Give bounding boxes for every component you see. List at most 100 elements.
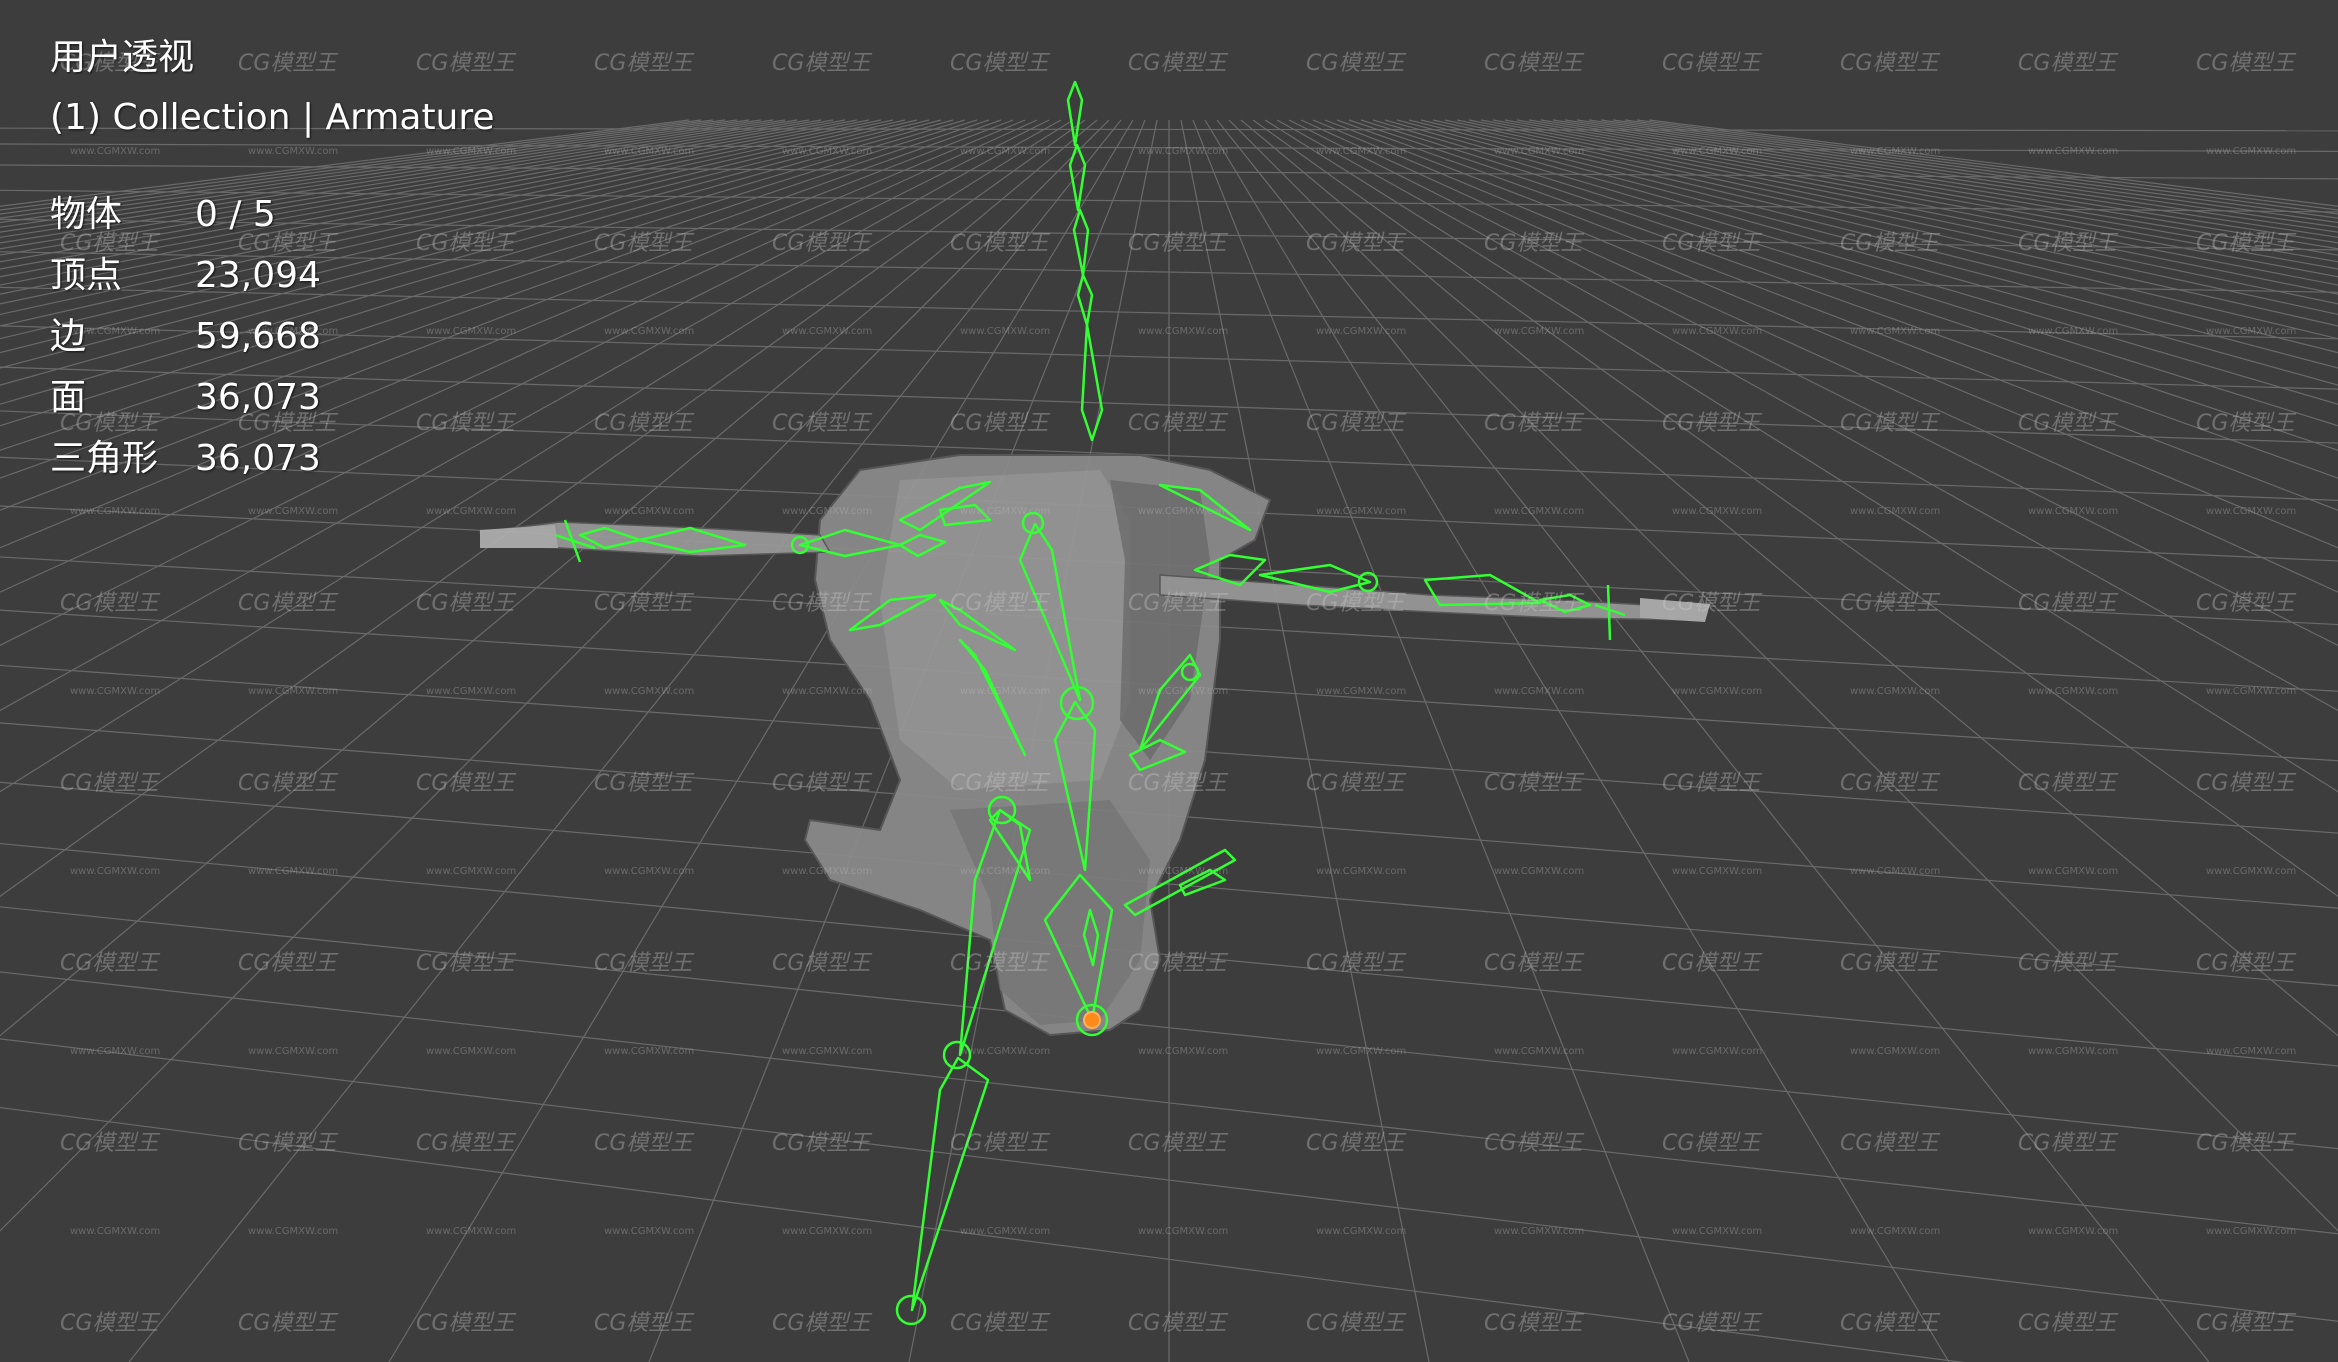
watermark-url: www.CGMXW.com [426, 1226, 516, 1237]
watermark-logo: CG模型王 [1484, 51, 1584, 76]
watermark-logo: CG模型王 [238, 51, 338, 76]
watermark-url: www.CGMXW.com [1316, 686, 1406, 697]
bone-l-calf[interactable] [910, 1056, 990, 1312]
watermark-logo: CG模型王 [1306, 1131, 1406, 1156]
grid-line [0, 119, 918, 340]
bone-head-2[interactable] [1076, 273, 1094, 327]
watermark-logo: CG模型王 [2018, 591, 2118, 616]
grid-line [1456, 119, 2338, 305]
watermark-url: www.CGMXW.com [960, 866, 1050, 877]
watermark-url: www.CGMXW.com [1494, 1046, 1584, 1057]
watermark-logo: CG模型王 [1128, 1131, 1228, 1156]
watermark-url: www.CGMXW.com [604, 866, 694, 877]
watermark-logo: CG模型王 [2018, 1131, 2118, 1156]
watermark-url: www.CGMXW.com [1494, 686, 1584, 697]
watermark-url: www.CGMXW.com [1138, 506, 1228, 517]
mesh-left-hand [480, 525, 558, 548]
watermark-logo: CG模型王 [594, 231, 694, 256]
bone-head-tip[interactable] [1066, 80, 1084, 147]
watermark-url: www.CGMXW.com [1672, 866, 1762, 877]
grid-line [0, 119, 834, 270]
watermark-url: www.CGMXW.com [248, 1046, 338, 1057]
grid-line [0, 119, 750, 228]
watermark-url: www.CGMXW.com [2028, 1226, 2118, 1237]
watermark-url: www.CGMXW.com [782, 506, 872, 517]
watermark-logo: CG模型王 [1306, 771, 1406, 796]
watermark-logo: CG模型王 [238, 591, 338, 616]
watermark-url: www.CGMXW.com [426, 326, 516, 337]
watermark-url: www.CGMXW.com [782, 326, 872, 337]
watermark-url: www.CGMXW.com [70, 686, 160, 697]
watermark-url: www.CGMXW.com [1672, 1226, 1762, 1237]
watermark-logo: CG模型王 [1306, 51, 1406, 76]
watermark-logo: CG模型王 [1662, 591, 1762, 616]
watermark-logo: CG模型王 [1128, 411, 1228, 436]
watermark-logo: CG模型王 [950, 951, 1050, 976]
watermark-logo: CG模型王 [594, 1311, 694, 1336]
viewport-scene[interactable]: CG模型王 www.CGMXW.com CG模型王 www.CGMXW.com CG模型… [0, 0, 2338, 1362]
watermark-logo: CG模型王 [1662, 1311, 1762, 1336]
watermark-logo: CG模型王 [60, 591, 160, 616]
watermark-logo: CG模型王 [2018, 51, 2118, 76]
watermark-logo: CG模型王 [238, 411, 338, 436]
bone-head-1[interactable] [1080, 323, 1104, 442]
grid-line [1324, 119, 2338, 511]
watermark-logo: CG模型王 [1128, 771, 1228, 796]
watermark-logo: CG模型王 [1128, 231, 1228, 256]
watermark-url: www.CGMXW.com [1494, 506, 1584, 517]
watermark-url: www.CGMXW.com [70, 506, 160, 517]
watermark-logo: CG模型王 [1662, 411, 1762, 436]
bone-head-3[interactable] [1072, 208, 1090, 277]
watermark-logo: CG模型王 [772, 1131, 872, 1156]
watermark-logo: CG模型王 [772, 771, 872, 796]
watermark-logo: CG模型王 [238, 771, 338, 796]
grid-line [1636, 119, 2338, 211]
watermark-url: www.CGMXW.com [2206, 506, 2296, 517]
watermark-logo: CG模型王 [1840, 951, 1940, 976]
watermark-url: www.CGMXW.com [960, 1046, 1050, 1057]
active-bone-joint[interactable] [1083, 1011, 1101, 1029]
grid-line [0, 119, 690, 207]
watermark-url: www.CGMXW.com [1850, 506, 1940, 517]
watermark-logo: CG模型王 [2196, 951, 2296, 976]
watermark-url: www.CGMXW.com [1138, 1046, 1228, 1057]
watermark-logo: CG模型王 [594, 411, 694, 436]
watermark-logo: CG模型王 [416, 951, 516, 976]
watermark-url: www.CGMXW.com [1138, 146, 1228, 157]
grid-line [0, 119, 822, 263]
watermark-url: www.CGMXW.com [426, 686, 516, 697]
watermark-logo: CG模型王 [1840, 231, 1940, 256]
grid-line [1348, 119, 2338, 451]
watermark-logo: CG模型王 [950, 411, 1050, 436]
3d-viewport[interactable]: CG模型王 www.CGMXW.com CG模型王 www.CGMXW.com CG模型… [0, 0, 2338, 1362]
grid-line [1180, 119, 1430, 1362]
grid-line [0, 119, 810, 256]
watermark-logo: CG模型王 [1306, 951, 1406, 976]
watermark-logo: CG模型王 [60, 1131, 160, 1156]
watermark-logo: CG模型王 [2196, 591, 2296, 616]
watermark-logo: CG模型王 [2018, 231, 2118, 256]
grid-line [0, 119, 846, 278]
watermark-logo: CG模型王 [950, 231, 1050, 256]
watermark-url: www.CGMXW.com [604, 326, 694, 337]
watermark-logo: CG模型王 [1840, 591, 1940, 616]
grid-line [1552, 119, 2338, 244]
bone-r-finger[interactable] [1606, 584, 1612, 641]
grid-line [1516, 119, 2338, 263]
watermark-logo: CG模型王 [2196, 411, 2296, 436]
watermark-url: www.CGMXW.com [426, 1046, 516, 1057]
watermark-url: www.CGMXW.com [2206, 1226, 2296, 1237]
watermark-url: www.CGMXW.com [2028, 326, 2118, 337]
watermark-url: www.CGMXW.com [248, 326, 338, 337]
grid-line [0, 119, 786, 244]
watermark-logo: CG模型王 [1128, 951, 1228, 976]
watermark-url: www.CGMXW.com [70, 146, 160, 157]
watermark-url: www.CGMXW.com [1316, 146, 1406, 157]
grid-line [1372, 119, 2338, 405]
watermark-logo: CG模型王 [2196, 1311, 2296, 1336]
watermark-url: www.CGMXW.com [604, 1226, 694, 1237]
watermark-url: www.CGMXW.com [70, 1046, 160, 1057]
grid-line [1312, 119, 2338, 549]
watermark-logo: CG模型王 [594, 951, 694, 976]
grid-line [1204, 119, 1950, 1362]
